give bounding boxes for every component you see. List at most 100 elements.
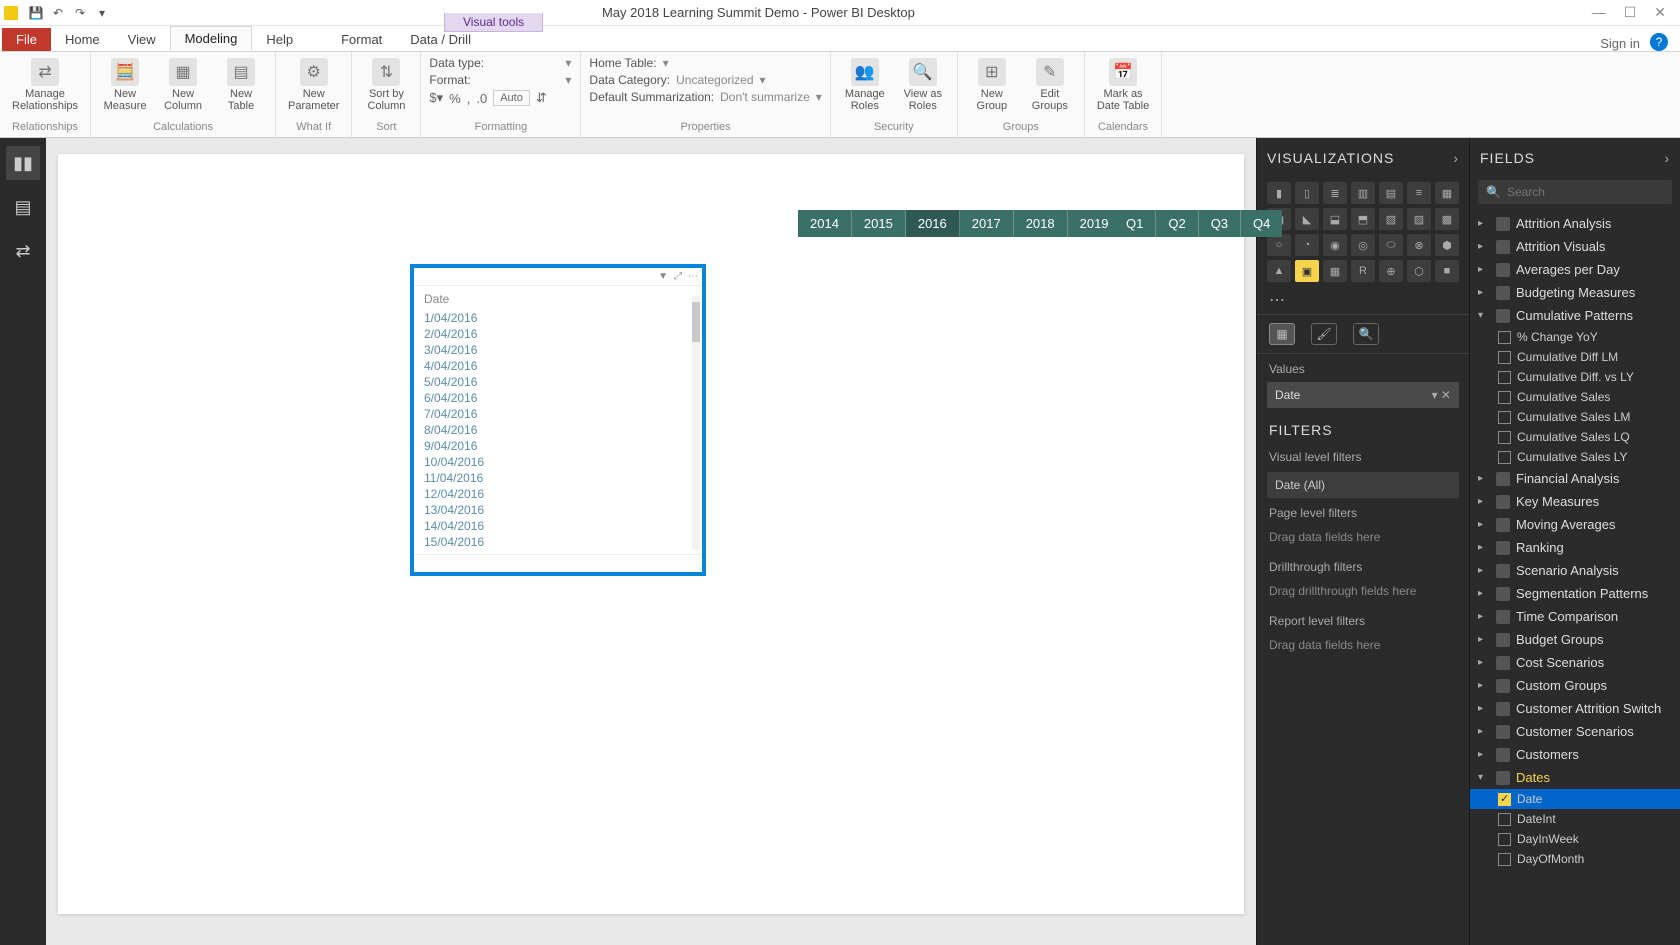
undo-icon[interactable]: ↶ [48, 3, 68, 23]
sort-by-column-button[interactable]: ⇅Sort by Column [360, 56, 412, 114]
table-item[interactable]: ▸Attrition Analysis [1470, 212, 1680, 235]
viz-type-icon[interactable]: ≣ [1323, 182, 1347, 204]
table-item[interactable]: ▸Custom Groups [1470, 674, 1680, 697]
table-item[interactable]: ▾Cumulative Patterns [1470, 304, 1680, 327]
table-row[interactable]: 14/04/2016 [424, 518, 692, 534]
table-item[interactable]: ▸Scenario Analysis [1470, 559, 1680, 582]
year-slicer[interactable]: 201420152016201720182019 [798, 210, 1121, 237]
year-2017[interactable]: 2017 [960, 210, 1014, 237]
tab-help[interactable]: Help [252, 28, 307, 51]
field-item[interactable]: DayOfMonth [1470, 849, 1680, 869]
viz-type-icon[interactable]: ⬢ [1435, 234, 1459, 256]
quarter-Q1[interactable]: Q1 [1114, 210, 1156, 237]
table-item[interactable]: ▸Time Comparison [1470, 605, 1680, 628]
close-icon[interactable]: ✕ [1654, 4, 1666, 21]
viz-type-icon[interactable]: ▩ [1435, 208, 1459, 230]
table-row[interactable]: 5/04/2016 [424, 374, 692, 390]
field-item[interactable]: Date [1470, 789, 1680, 809]
tab-format[interactable]: Format [327, 28, 396, 51]
table-row[interactable]: 2/04/2016 [424, 326, 692, 342]
table-item[interactable]: ▸Financial Analysis [1470, 467, 1680, 490]
field-item[interactable]: Cumulative Sales [1470, 387, 1680, 407]
dtf-drop[interactable]: Drag drillthrough fields here [1257, 580, 1469, 608]
tab-view[interactable]: View [114, 28, 170, 51]
visual-filter-icon[interactable]: ▼ [658, 271, 668, 282]
manage-roles-button[interactable]: 👥Manage Roles [839, 56, 891, 114]
datacat-value[interactable]: Uncategorized [676, 73, 753, 87]
viz-more-icon[interactable]: ⋯ [1257, 286, 1469, 314]
viz-type-icon[interactable]: ▯ [1295, 182, 1319, 204]
table-item[interactable]: ▸Segmentation Patterns [1470, 582, 1680, 605]
viz-type-icon[interactable]: ◔ [1295, 234, 1319, 256]
field-item[interactable]: Cumulative Sales LQ [1470, 427, 1680, 447]
table-item[interactable]: ▸Budget Groups [1470, 628, 1680, 651]
quarter-slicer[interactable]: Q1Q2Q3Q4 [1114, 210, 1282, 237]
redo-icon[interactable]: ↷ [70, 3, 90, 23]
table-item[interactable]: ▸Customers [1470, 743, 1680, 766]
table-row[interactable]: 6/04/2016 [424, 390, 692, 406]
fields-well-tab[interactable]: ▦ [1269, 323, 1295, 345]
field-item[interactable]: % Change YoY [1470, 327, 1680, 347]
viz-type-icon[interactable]: ▣ [1295, 260, 1319, 282]
table-item[interactable]: ▸Budgeting Measures [1470, 281, 1680, 304]
quarter-Q2[interactable]: Q2 [1156, 210, 1198, 237]
viz-type-icon[interactable]: ◉ [1323, 234, 1347, 256]
table-row[interactable]: 11/04/2016 [424, 470, 692, 486]
table-row[interactable]: 7/04/2016 [424, 406, 692, 422]
edit-groups-button[interactable]: ✎Edit Groups [1024, 56, 1076, 114]
signin-link[interactable]: Sign in [1600, 36, 1640, 51]
table-row[interactable]: 9/04/2016 [424, 438, 692, 454]
tab-home[interactable]: Home [51, 28, 114, 51]
table-column-header[interactable]: Date [424, 292, 692, 310]
analytics-well-tab[interactable]: 🔍 [1353, 323, 1379, 345]
table-item[interactable]: ▸Key Measures [1470, 490, 1680, 513]
viz-type-icon[interactable]: ⬭ [1379, 234, 1403, 256]
table-item[interactable]: ▸Attrition Visuals [1470, 235, 1680, 258]
table-row[interactable]: 4/04/2016 [424, 358, 692, 374]
field-item[interactable]: DateInt [1470, 809, 1680, 829]
stepper-icon[interactable]: ⇵ [536, 90, 547, 106]
viz-type-icon[interactable]: ▨ [1407, 208, 1431, 230]
percent-icon[interactable]: % [449, 91, 461, 106]
viz-type-icon[interactable]: ○ [1267, 234, 1291, 256]
minimize-icon[interactable]: — [1592, 4, 1606, 21]
viz-type-icon[interactable]: ▥ [1351, 182, 1375, 204]
table-item[interactable]: ▸Averages per Day [1470, 258, 1680, 281]
report-view-icon[interactable]: ▮▮ [6, 146, 40, 180]
tab-datadrill[interactable]: Data / Drill [396, 28, 485, 51]
new-group-button[interactable]: ⊞New Group [966, 56, 1018, 114]
new-table-button[interactable]: ▤New Table [215, 56, 267, 114]
value-field-pill[interactable]: Date▾ ✕ [1267, 382, 1459, 408]
table-item-dates[interactable]: ▾Dates [1470, 766, 1680, 789]
viz-type-icon[interactable]: ⬡ [1407, 260, 1431, 282]
year-2015[interactable]: 2015 [852, 210, 906, 237]
table-row[interactable]: 3/04/2016 [424, 342, 692, 358]
table-item[interactable]: ▸Ranking [1470, 536, 1680, 559]
model-view-icon[interactable]: ⇄ [6, 234, 40, 268]
table-item[interactable]: ▸Moving Averages [1470, 513, 1680, 536]
help-icon[interactable]: ? [1650, 33, 1668, 51]
viz-type-icon[interactable]: ⬒ [1351, 208, 1375, 230]
collapse-viz-icon[interactable]: › [1453, 150, 1459, 166]
viz-type-icon[interactable]: ▦ [1435, 182, 1459, 204]
filter-date-all[interactable]: Date (All) [1267, 472, 1459, 498]
defsum-value[interactable]: Don't summarize [720, 90, 810, 104]
table-row[interactable]: 12/04/2016 [424, 486, 692, 502]
search-input[interactable] [1507, 185, 1664, 199]
new-measure-button[interactable]: 🧮New Measure [99, 56, 151, 114]
visual-more-icon[interactable]: ⋯ [688, 271, 698, 282]
viz-type-icon[interactable]: ◎ [1351, 234, 1375, 256]
visual-focus-icon[interactable]: ⤢ [674, 271, 682, 282]
plf-drop[interactable]: Drag data fields here [1257, 526, 1469, 554]
table-row[interactable]: 15/04/2016 [424, 534, 692, 550]
comma-icon[interactable]: , [467, 91, 471, 106]
viz-type-icon[interactable]: ▲ [1267, 260, 1291, 282]
year-2016[interactable]: 2016 [906, 210, 960, 237]
quarter-Q4[interactable]: Q4 [1241, 210, 1282, 237]
view-as-roles-button[interactable]: 🔍View as Roles [897, 56, 949, 114]
quarter-Q3[interactable]: Q3 [1199, 210, 1241, 237]
table-item[interactable]: ▸Customer Attrition Switch [1470, 697, 1680, 720]
table-scrollbar[interactable] [692, 296, 700, 550]
viz-type-icon[interactable]: ▤ [1379, 182, 1403, 204]
field-item[interactable]: Cumulative Sales LM [1470, 407, 1680, 427]
